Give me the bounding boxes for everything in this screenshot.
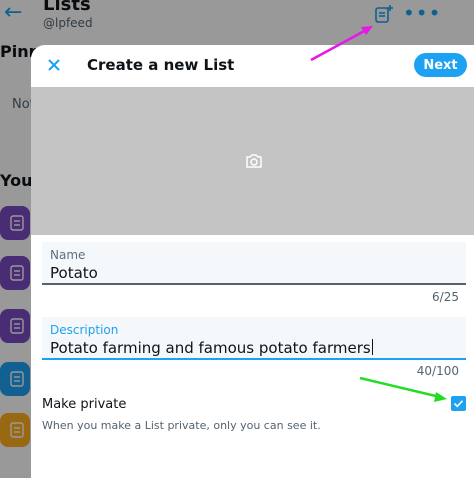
private-note-text: When you make a List private, only you c… xyxy=(42,419,321,432)
name-input[interactable]: Potato xyxy=(50,264,98,282)
modal-header: Create a new List Next xyxy=(31,45,474,87)
text-cursor xyxy=(371,339,373,355)
name-field[interactable]: Name Potato xyxy=(42,242,466,285)
description-field[interactable]: Description Potato farming and famous po… xyxy=(42,317,466,360)
description-input[interactable]: Potato farming and famous potato farmers xyxy=(50,339,373,357)
list-banner-image[interactable] xyxy=(31,87,474,235)
next-button[interactable]: Next xyxy=(414,53,467,77)
make-private-checkbox[interactable] xyxy=(451,396,466,411)
camera-icon[interactable] xyxy=(244,151,264,171)
create-list-modal: Create a new List Next Name Potato 6/25 … xyxy=(31,45,474,478)
make-private-label: Make private xyxy=(42,397,127,412)
close-icon[interactable] xyxy=(43,54,65,76)
description-input-text: Potato farming and famous potato farmers xyxy=(50,339,371,357)
name-field-label: Name xyxy=(50,248,86,262)
description-field-label: Description xyxy=(50,323,119,337)
checkmark-icon xyxy=(453,400,464,408)
name-char-counter: 6/25 xyxy=(432,290,459,304)
description-char-counter: 40/100 xyxy=(416,364,459,378)
modal-title: Create a new List xyxy=(87,56,235,74)
